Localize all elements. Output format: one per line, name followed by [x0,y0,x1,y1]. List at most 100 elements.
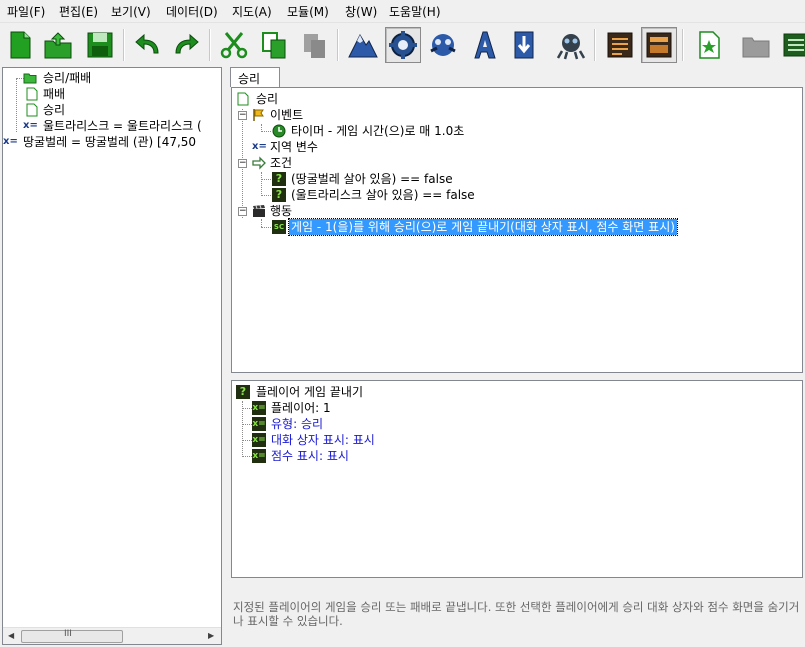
param-value[interactable]: 표시 [353,433,375,447]
parameter-icon: x= [252,401,266,415]
paste-button[interactable] [296,27,332,63]
copy-button[interactable] [256,27,292,63]
blue-creature-icon [430,34,456,56]
variable-icon: x= [23,120,38,131]
scissors-icon [220,32,248,59]
list-icon [607,32,633,58]
save-button[interactable] [82,27,118,63]
tree-connector [261,195,271,196]
open-folder-icon [44,32,72,59]
question-icon: ? [236,385,250,399]
function-title: 플레이어 게임 끝내기 [256,385,363,399]
redo-button[interactable] [168,27,204,63]
tree-connector [261,172,262,196]
condition-arrow-icon [252,156,266,170]
menu-map[interactable]: 지도(A) [232,3,272,20]
terrain-editor-button[interactable] [345,27,381,63]
menu-data[interactable]: 데이터(D) [166,3,218,20]
cut-button[interactable] [216,27,252,63]
menu-edit[interactable]: 편집(E) [59,3,98,20]
timer-icon [272,124,286,138]
param-label: 플레이어: [271,401,324,415]
param-value[interactable]: 표시 [327,449,349,463]
condition-label: (울트라리스크 살아 있음) == false [291,188,475,202]
toolbar-separator [594,29,596,61]
zerg-icon [556,34,586,60]
clapperboard-icon [253,205,265,217]
flag-icon [253,109,264,121]
function-parameters-panel: ? 플레이어 게임 끝내기 x= 플레이어: 1 x= 유형: 승리 x= 대화… [231,380,803,578]
parameter-icon: x= [252,449,266,463]
toolbar [0,23,805,67]
parameter-icon: x= [252,417,266,431]
local-variables-label: 지역 변수 [270,140,318,154]
menu-help[interactable]: 도움말(H) [389,3,441,20]
action-item-label: 게임 - 1(을)를 위해 승리(으)로 게임 끝내기(대화 상자 표시, 점수… [288,218,678,236]
panel-icon [646,32,672,58]
new-document-icon [10,31,31,59]
import-arrow-icon [514,31,534,59]
panel-view-button[interactable] [641,27,677,63]
toolbar-separator [123,29,125,61]
param-value[interactable]: 승리 [301,417,323,431]
condition-label: (땅굴벌레 살아 있음) == false [291,172,453,186]
menu-file[interactable]: 파일(F) [7,3,45,20]
tab-victory[interactable]: 승리 [230,67,280,87]
tree-item-label: 땅굴벌레 = 땅굴벌레 (관) [47,50 [23,135,197,149]
tree-connector [261,179,271,180]
letter-a-icon [474,31,496,59]
document-icon [237,92,249,106]
list-view-button[interactable] [602,27,638,63]
events-label: 이벤트 [270,108,304,122]
data-editor-button[interactable] [425,27,461,63]
collapse-conditions-icon[interactable]: − [238,159,247,168]
test-document-button[interactable] [691,27,727,63]
collapse-actions-icon[interactable]: − [238,207,247,216]
script-icon: SC [272,220,286,234]
tree-connector [261,219,262,227]
tree-connector [242,424,252,425]
mountain-icon [348,33,378,58]
collapse-events-icon[interactable]: − [238,111,247,120]
tree-item-label: 울트라리스크 = 울트라리스크 ( [43,119,202,133]
trigger-editor-button[interactable] [385,27,421,63]
menu-module[interactable]: 모듈(M) [287,3,329,20]
open-button[interactable] [40,27,76,63]
folder-button[interactable] [738,27,774,63]
tree-connector [16,78,17,132]
param-label: 점수 표시: [271,449,327,463]
horizontal-scrollbar[interactable]: ◀ III ▶ [3,627,221,644]
ai-editor-button[interactable] [553,27,589,63]
tree-connector [242,456,252,457]
import-button[interactable] [506,27,542,63]
menu-bar: 파일(F) 편집(E) 보기(V) 데이터(D) 지도(A) 모듈(M) 창(W… [0,0,805,23]
trigger-tree-panel: 승리 − 이벤트 타이머 - 게임 시간(으)로 매 1.0초 x= 지역 변수… [231,87,803,373]
scroll-right-arrow-icon[interactable]: ▶ [208,631,214,640]
redo-arrow-icon [175,33,199,54]
function-description: 지정된 플레이어의 게임을 승리 또는 패배로 끝냅니다. 또한 선택한 플레이… [233,600,800,628]
star-document-icon [699,31,720,59]
tree-connector [242,408,252,409]
gray-folder-icon [742,37,770,58]
menu-window[interactable]: 창(W) [345,3,377,20]
conditions-label: 조건 [270,156,293,170]
toolbar-separator [682,29,684,61]
paste-icon [304,34,325,58]
floppy-disk-icon [87,32,113,58]
scroll-thumb[interactable]: III [21,629,123,643]
scroll-left-arrow-icon[interactable]: ◀ [8,631,14,640]
trigger-list-panel: 승리/패배 패배 승리 x= 울트라리스크 = 울트라리스크 ( x= 땅굴벌레… [2,67,222,645]
undo-button[interactable] [130,27,166,63]
tree-item-label: 패배 [43,87,66,101]
green-module-icon [783,33,805,57]
menu-view[interactable]: 보기(V) [111,3,151,20]
event-item-label: 타이머 - 게임 시간(으)로 매 1.0초 [291,124,465,138]
param-value[interactable]: 1 [323,401,331,415]
text-editor-button[interactable] [466,27,502,63]
module-button[interactable] [778,27,805,63]
new-document-button[interactable] [2,27,38,63]
toolbar-separator [209,29,211,61]
trigger-root-label: 승리 [256,92,279,106]
document-icon [26,87,38,101]
param-label: 유형: [271,417,301,431]
